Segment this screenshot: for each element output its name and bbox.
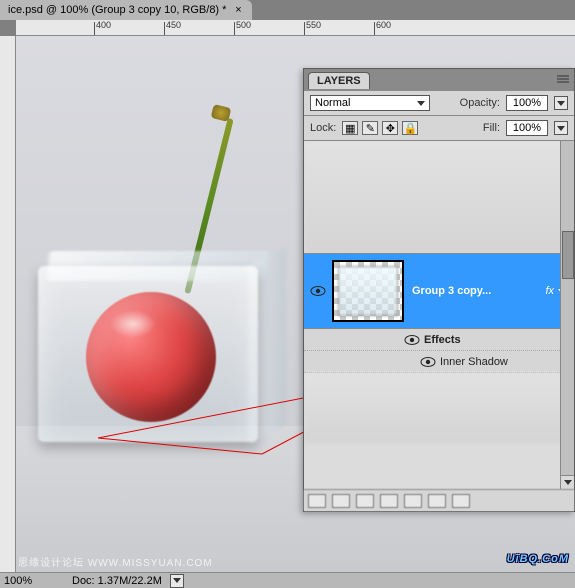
cherry bbox=[86, 292, 216, 422]
layer-thumbnail[interactable] bbox=[332, 260, 404, 322]
tab-layers[interactable]: LAYERS bbox=[308, 72, 370, 89]
lock-label: Lock: bbox=[310, 122, 336, 134]
scroll-down-icon[interactable] bbox=[561, 475, 574, 489]
chevron-down-icon bbox=[417, 101, 425, 106]
ruler-mark: 400 bbox=[96, 20, 111, 30]
visibility-toggle[interactable] bbox=[304, 285, 332, 297]
panel-tab-bar: LAYERS bbox=[304, 69, 574, 91]
zoom-level[interactable]: 100% bbox=[4, 575, 64, 587]
blend-row: Normal Opacity: 100% bbox=[304, 91, 574, 116]
ruler-mark: 500 bbox=[236, 20, 251, 30]
opacity-flyout-icon[interactable] bbox=[554, 96, 568, 110]
fill-label: Fill: bbox=[483, 122, 500, 134]
watermark-left: 思缘设计论坛 WWW.MISSYUAN.COM bbox=[18, 554, 213, 569]
layers-panel: LAYERS Normal Opacity: 100% Lock: ▦ ✎ ✥ … bbox=[303, 68, 575, 512]
watermark-right: UiBQ.CoM bbox=[507, 542, 569, 568]
effects-label: Effects bbox=[424, 334, 461, 346]
document-tab-bar: ice.psd @ 100% (Group 3 copy 10, RGB/8) … bbox=[0, 0, 575, 20]
layers-footer bbox=[304, 489, 574, 511]
status-bar: 100% Doc: 1.37M/22.2M bbox=[0, 572, 575, 588]
ruler-vertical bbox=[0, 36, 16, 572]
close-icon[interactable]: × bbox=[232, 4, 244, 16]
visibility-toggle[interactable] bbox=[400, 334, 424, 346]
opacity-input[interactable]: 100% bbox=[506, 95, 548, 111]
document-tab[interactable]: ice.psd @ 100% (Group 3 copy 10, RGB/8) … bbox=[0, 0, 252, 20]
fill-flyout-icon[interactable] bbox=[554, 121, 568, 135]
link-layers-icon[interactable] bbox=[308, 494, 326, 508]
scrollbar-vertical[interactable] bbox=[560, 141, 574, 489]
scrollbar-thumb[interactable] bbox=[562, 231, 574, 279]
layer-name[interactable]: Group 3 copy... bbox=[412, 285, 491, 297]
ruler-mark: 600 bbox=[376, 20, 391, 30]
panel-menu-icon[interactable] bbox=[552, 69, 574, 91]
blend-mode-select[interactable]: Normal bbox=[310, 95, 430, 111]
lock-transparency-icon[interactable]: ▦ bbox=[342, 121, 358, 135]
ruler-mark: 550 bbox=[306, 20, 321, 30]
lock-pixels-icon[interactable]: ✎ bbox=[362, 121, 378, 135]
ruler-horizontal: 400 450 500 550 600 bbox=[16, 20, 575, 36]
adjustment-icon[interactable] bbox=[380, 494, 398, 508]
fx-icon[interactable] bbox=[332, 494, 350, 508]
layer-row-blurred bbox=[304, 373, 574, 443]
effects-header[interactable]: Effects bbox=[304, 329, 574, 351]
opacity-label: Opacity: bbox=[460, 97, 500, 109]
mask-icon[interactable] bbox=[356, 494, 374, 508]
visibility-toggle[interactable] bbox=[416, 356, 440, 368]
cherry-stem-tip bbox=[211, 104, 232, 122]
ruler-mark: 450 bbox=[166, 20, 181, 30]
effect-name: Inner Shadow bbox=[440, 356, 508, 368]
effect-inner-shadow[interactable]: Inner Shadow bbox=[304, 351, 574, 373]
fill-input[interactable]: 100% bbox=[506, 120, 548, 136]
group-icon[interactable] bbox=[404, 494, 422, 508]
lock-all-icon[interactable]: 🔒 bbox=[402, 121, 418, 135]
lock-row: Lock: ▦ ✎ ✥ 🔒 Fill: 100% bbox=[304, 116, 574, 141]
document-title: ice.psd @ 100% (Group 3 copy 10, RGB/8) … bbox=[8, 4, 226, 16]
lock-position-icon[interactable]: ✥ bbox=[382, 121, 398, 135]
layer-list: Group 3 copy... fx Effects Inner Shadow bbox=[304, 141, 574, 489]
layer-row-selected[interactable]: Group 3 copy... fx bbox=[304, 253, 574, 329]
doc-size: Doc: 1.37M/22.2M bbox=[72, 575, 162, 587]
status-menu-icon[interactable] bbox=[170, 574, 184, 588]
trash-icon[interactable] bbox=[452, 494, 470, 508]
new-layer-icon[interactable] bbox=[428, 494, 446, 508]
layer-row-blurred bbox=[304, 141, 574, 253]
